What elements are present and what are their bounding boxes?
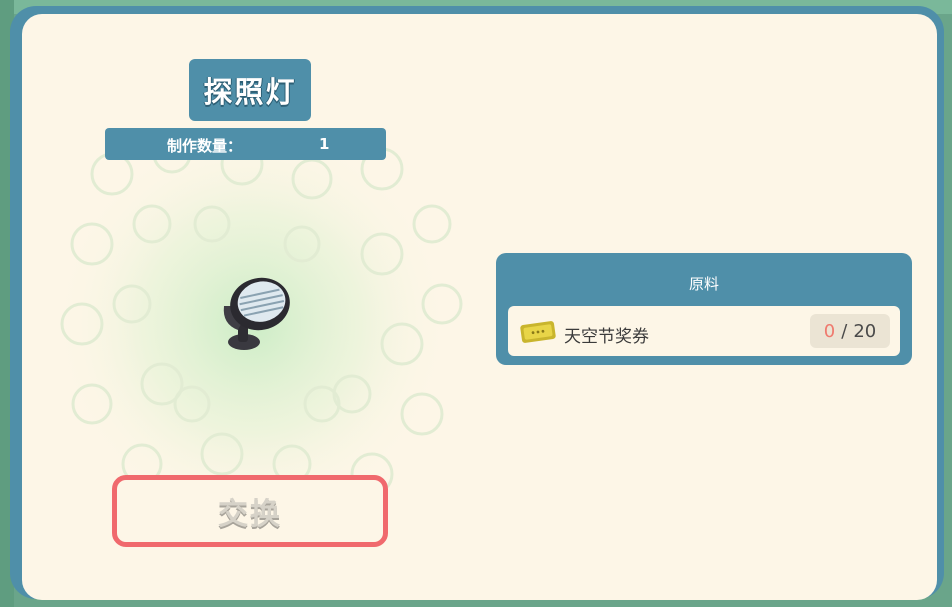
material-count: 0 / 20 [810,314,890,348]
spotlight-icon [223,277,290,350]
crafting-panel: 探照灯 制作数量： 1 交换 原料 天空节奖券 0 / 20 [10,6,944,600]
ticket-icon [520,321,556,343]
materials-title: 原料 [688,275,719,293]
material-need: 20 [853,320,877,342]
materials-panel: 原料 天空节奖券 0 / 20 [496,253,912,365]
quantity-label: 制作数量： [167,137,243,155]
quantity-bar: 制作数量： 1 [105,128,386,160]
crafting-panel-inner: 探照灯 制作数量： 1 交换 原料 天空节奖券 0 / 20 [22,14,937,600]
material-row[interactable]: 天空节奖券 0 / 20 [508,306,900,356]
material-separator: / [841,320,848,342]
quantity-value: 1 [319,135,330,153]
material-name: 天空节奖券 [564,327,649,347]
item-title: 探照灯 [189,59,311,121]
material-have: 0 [823,320,836,342]
exchange-button[interactable]: 交换 [112,475,388,547]
